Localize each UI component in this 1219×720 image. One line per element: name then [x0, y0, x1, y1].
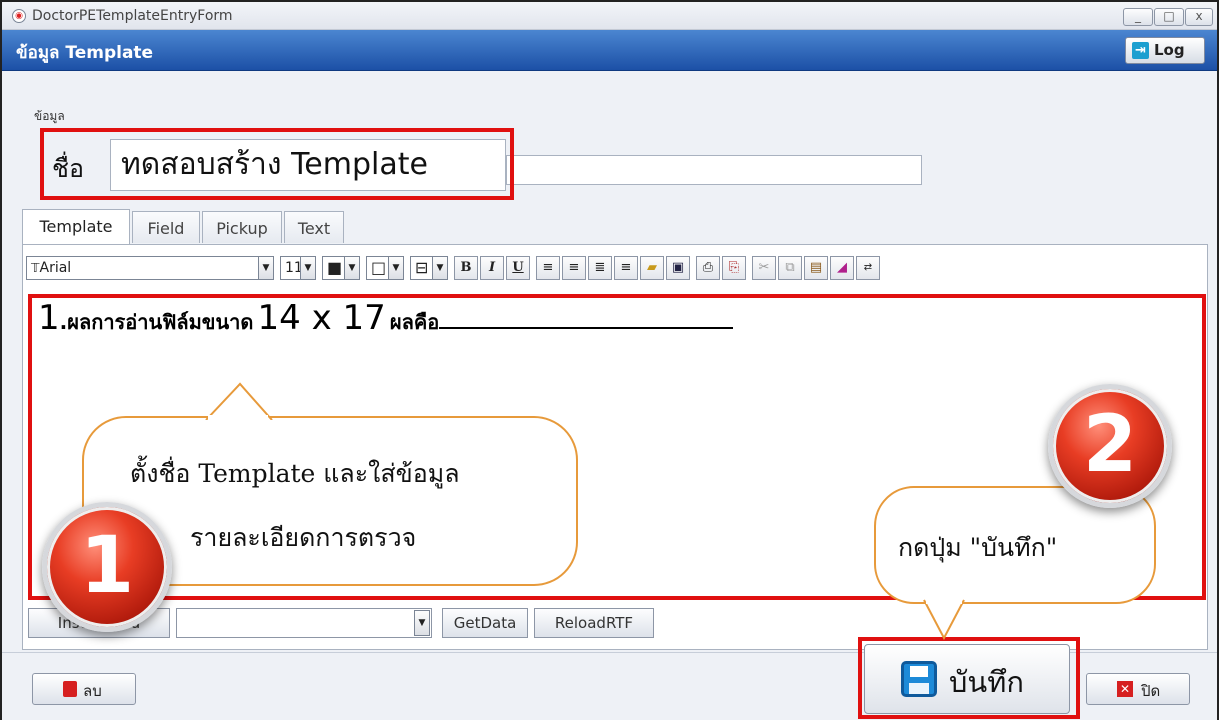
- field-dropdown-icon[interactable]: ▼: [414, 610, 430, 636]
- paste-icon[interactable]: ▤: [804, 256, 828, 280]
- cut-icon[interactable]: ✂: [752, 256, 776, 280]
- get-data-button[interactable]: GetData: [442, 608, 528, 638]
- clear-format-icon[interactable]: ◢: [830, 256, 854, 280]
- italic-button[interactable]: I: [480, 256, 504, 280]
- tab-text[interactable]: Text: [284, 211, 344, 243]
- align-justify-icon[interactable]: ≣: [588, 256, 612, 280]
- font-type-icon: 𝕋: [31, 261, 40, 275]
- callout-2-joint: [926, 596, 962, 604]
- callout-1-line-1: ตั้งชื่อ Template และใส่ข้อมูล: [130, 459, 460, 488]
- font-name-dropdown-icon[interactable]: ▼: [258, 256, 274, 280]
- close-button-label: ปิด: [1141, 682, 1161, 700]
- group-label: ข้อมูล: [34, 109, 65, 123]
- align-right-icon[interactable]: ≡: [614, 256, 638, 280]
- delete-button[interactable]: ลบ: [32, 673, 136, 705]
- font-name-select[interactable]: 𝕋Arial: [26, 256, 274, 280]
- log-icon: ⇥: [1132, 42, 1149, 59]
- save-file-icon[interactable]: ▣: [666, 256, 690, 280]
- close-button[interactable]: ✕ ปิด: [1086, 673, 1190, 705]
- tab-template[interactable]: Template: [22, 209, 130, 245]
- delete-button-label: ลบ: [83, 682, 102, 700]
- callout-2-text: กดปุ่ม "บันทึก": [898, 533, 1058, 562]
- step-2-badge: 2: [1048, 384, 1172, 508]
- log-button-label: Log: [1154, 41, 1185, 59]
- highlight-name-box: [40, 128, 514, 200]
- maximize-button[interactable]: □: [1154, 8, 1184, 26]
- print-preview-icon[interactable]: ⎘: [722, 256, 746, 280]
- border-style-dropdown-icon[interactable]: ▼: [432, 256, 448, 280]
- field-select[interactable]: [176, 608, 432, 638]
- tab-field[interactable]: Field: [132, 211, 200, 243]
- page-title: ข้อมูล Template: [16, 43, 154, 63]
- callout-2-pointer: [923, 599, 965, 640]
- callout-1-joint: [208, 415, 268, 421]
- app-icon: ◉: [12, 9, 26, 23]
- doctor-pe-template-window: ◉ DoctorPETemplateEntryForm _ □ x ข้อมูล…: [0, 0, 1219, 720]
- text-color-dropdown-icon[interactable]: ▼: [344, 256, 360, 280]
- background-color-dropdown-icon[interactable]: ▼: [388, 256, 404, 280]
- close-window-button[interactable]: x: [1185, 8, 1213, 26]
- underline-button[interactable]: U: [506, 256, 530, 280]
- print-icon[interactable]: ⎙: [696, 256, 720, 280]
- template-name-input-extension[interactable]: [506, 155, 922, 185]
- bold-button[interactable]: B: [454, 256, 478, 280]
- title-bar: ◉ DoctorPETemplateEntryForm _ □ x: [2, 2, 1217, 30]
- font-name-value: Arial: [39, 260, 72, 276]
- tab-pickup[interactable]: Pickup: [202, 211, 282, 243]
- open-file-icon[interactable]: ▰: [640, 256, 664, 280]
- header-band: ข้อมูล Template ⇥ Log: [2, 30, 1217, 71]
- log-button[interactable]: ⇥ Log: [1125, 37, 1205, 64]
- align-center-icon[interactable]: ≡: [562, 256, 586, 280]
- copy-icon[interactable]: ⧉: [778, 256, 802, 280]
- font-size-dropdown-icon[interactable]: ▼: [300, 256, 316, 280]
- reload-rtf-button[interactable]: ReloadRTF: [534, 608, 654, 638]
- minimize-button[interactable]: _: [1123, 8, 1153, 26]
- align-left-icon[interactable]: ≡: [536, 256, 560, 280]
- replace-icon[interactable]: ⇄: [856, 256, 880, 280]
- callout-1-line-2: รายละเอียดการตรวจ: [190, 523, 417, 552]
- highlight-save-box: [858, 637, 1080, 719]
- close-icon: ✕: [1117, 681, 1133, 697]
- step-1-badge: 1: [42, 502, 172, 632]
- window-title: DoctorPETemplateEntryForm: [32, 8, 233, 24]
- delete-icon: [63, 681, 77, 697]
